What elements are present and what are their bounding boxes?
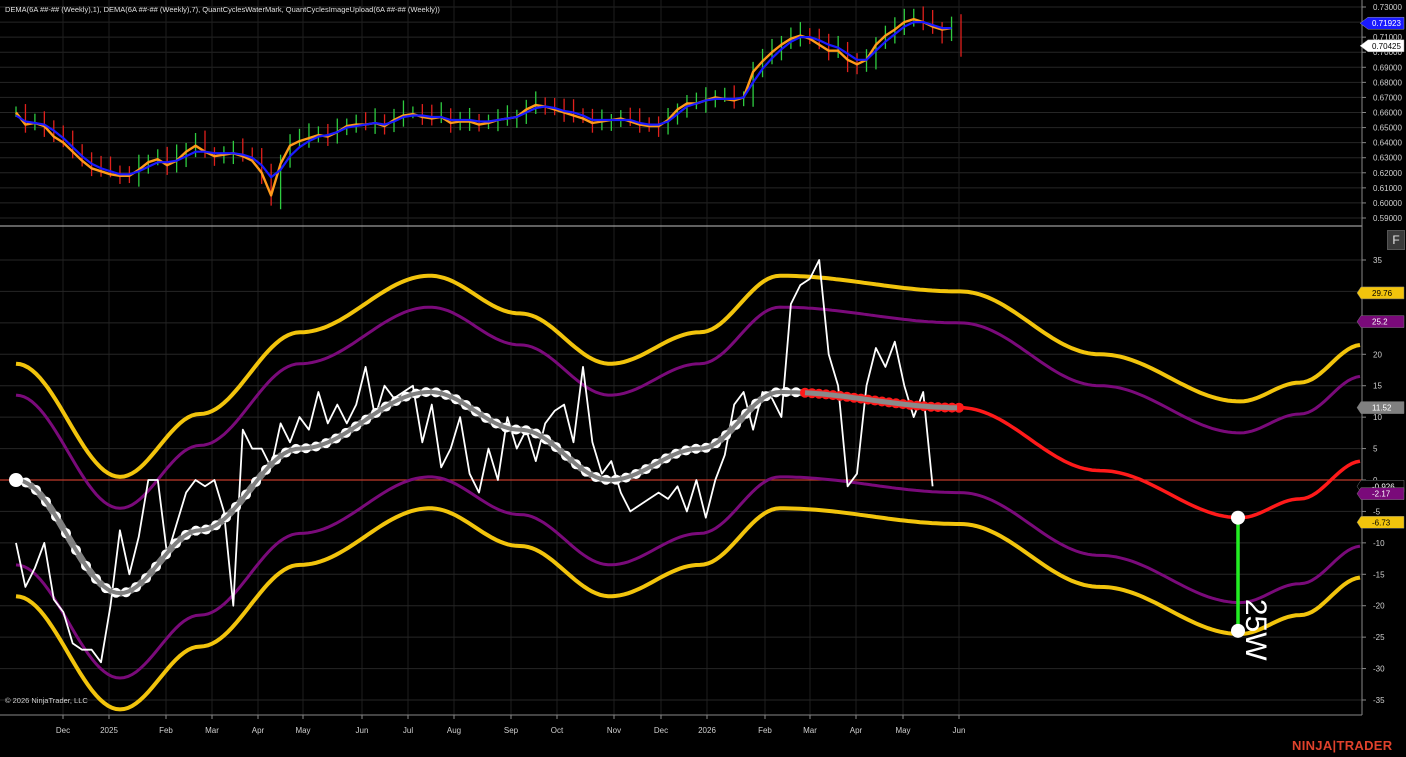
price-tick-label: 0.66000 [1373,109,1402,118]
price-tick-label: 0.69000 [1373,63,1402,72]
price-badge-label: 0.71923 [1372,19,1401,28]
price-tick-label: 0.62000 [1373,169,1402,178]
time-tick-label: Nov [607,726,621,735]
time-tick-label: Mar [205,726,219,735]
price-badge-label: 0.70425 [1372,42,1401,51]
time-tick-label: Jul [403,726,413,735]
cycle-value-badge: -6.73 [1356,516,1405,529]
cycle-length-label: 25W [1239,599,1272,661]
time-tick-label: Apr [850,726,863,735]
price-tick-label: 0.59000 [1373,214,1402,223]
cycle-value-badge: -2.17 [1356,487,1405,500]
cycle-badge-label: -6.73 [1372,518,1391,527]
cycle-tick-label: 35 [1373,256,1382,265]
cycle-badge-label: 11.52 [1372,404,1392,413]
cycle-start-dot [9,473,23,487]
time-tick-label: Mar [803,726,817,735]
price-tick-label: 0.68000 [1373,78,1402,87]
price-tick-label: 0.73000 [1373,3,1402,12]
time-tick-label: Aug [447,726,461,735]
time-tick-label: Oct [551,726,564,735]
time-tick-label: Feb [758,726,772,735]
f-button[interactable]: F [1387,230,1405,250]
time-tick-label: Feb [159,726,173,735]
time-tick-label: Dec [56,726,70,735]
time-tick-label: May [295,726,310,735]
logo-text-right: TRADER [1336,738,1393,753]
cycle-tick-label: -15 [1373,570,1385,579]
cycle-tick-label: 15 [1373,382,1382,391]
cycle-value-badge: 11.52 [1356,401,1405,414]
indicator-title: DEMA(6A ##-## (Weekly),1), DEMA(6A ##-##… [5,5,440,14]
time-tick-label: Jun [953,726,966,735]
price-tick-label: 0.63000 [1373,154,1402,163]
logo-text-left: NINJA [1292,738,1333,753]
cycle-badge-label: 29.76 [1372,289,1393,298]
cycle-value-badge: 25.2 [1356,315,1405,328]
time-tick-label: May [895,726,910,735]
cycle-value-badge: 29.76 [1356,286,1405,300]
price-badge: 0.70425 [1359,39,1405,53]
cycle-badge-label: -2.17 [1372,490,1391,499]
price-tick-label: 0.64000 [1373,139,1402,148]
ninjatrader-logo: NINJA|TRADER [1292,738,1392,753]
price-badge: 0.71923 [1359,16,1405,30]
copyright-text: © 2026 NinjaTrader, LLC [5,696,88,705]
cycle-tick-label: 20 [1373,350,1382,359]
time-tick-label: 2026 [698,726,716,735]
cycle-tick-label: -10 [1373,539,1385,548]
cycle-badge-label: 25.2 [1372,318,1388,327]
price-tick-label: 0.60000 [1373,199,1402,208]
time-tick-label: Dec [654,726,668,735]
time-tick-label: Jun [356,726,369,735]
time-tick-label: Apr [252,726,265,735]
price-tick-label: 0.61000 [1373,184,1402,193]
cycle-trough-dot [1231,510,1245,525]
cycle-tick-label: 10 [1373,413,1382,422]
chart-canvas[interactable]: 0.730000.720000.710000.700000.690000.680… [0,0,1406,757]
time-tick-label: 2025 [100,726,118,735]
price-tick-label: 0.67000 [1373,93,1402,102]
cycle-tick-label: -30 [1373,665,1385,674]
price-tick-label: 0.65000 [1373,124,1402,133]
cycle-tick-label: -25 [1373,633,1385,642]
cycle-tick-label: -35 [1373,696,1385,705]
cycle-tick-label: -5 [1373,507,1381,516]
cycle-tick-label: -20 [1373,602,1385,611]
time-tick-label: Sep [504,726,519,735]
cycle-tick-label: 5 [1373,445,1378,454]
